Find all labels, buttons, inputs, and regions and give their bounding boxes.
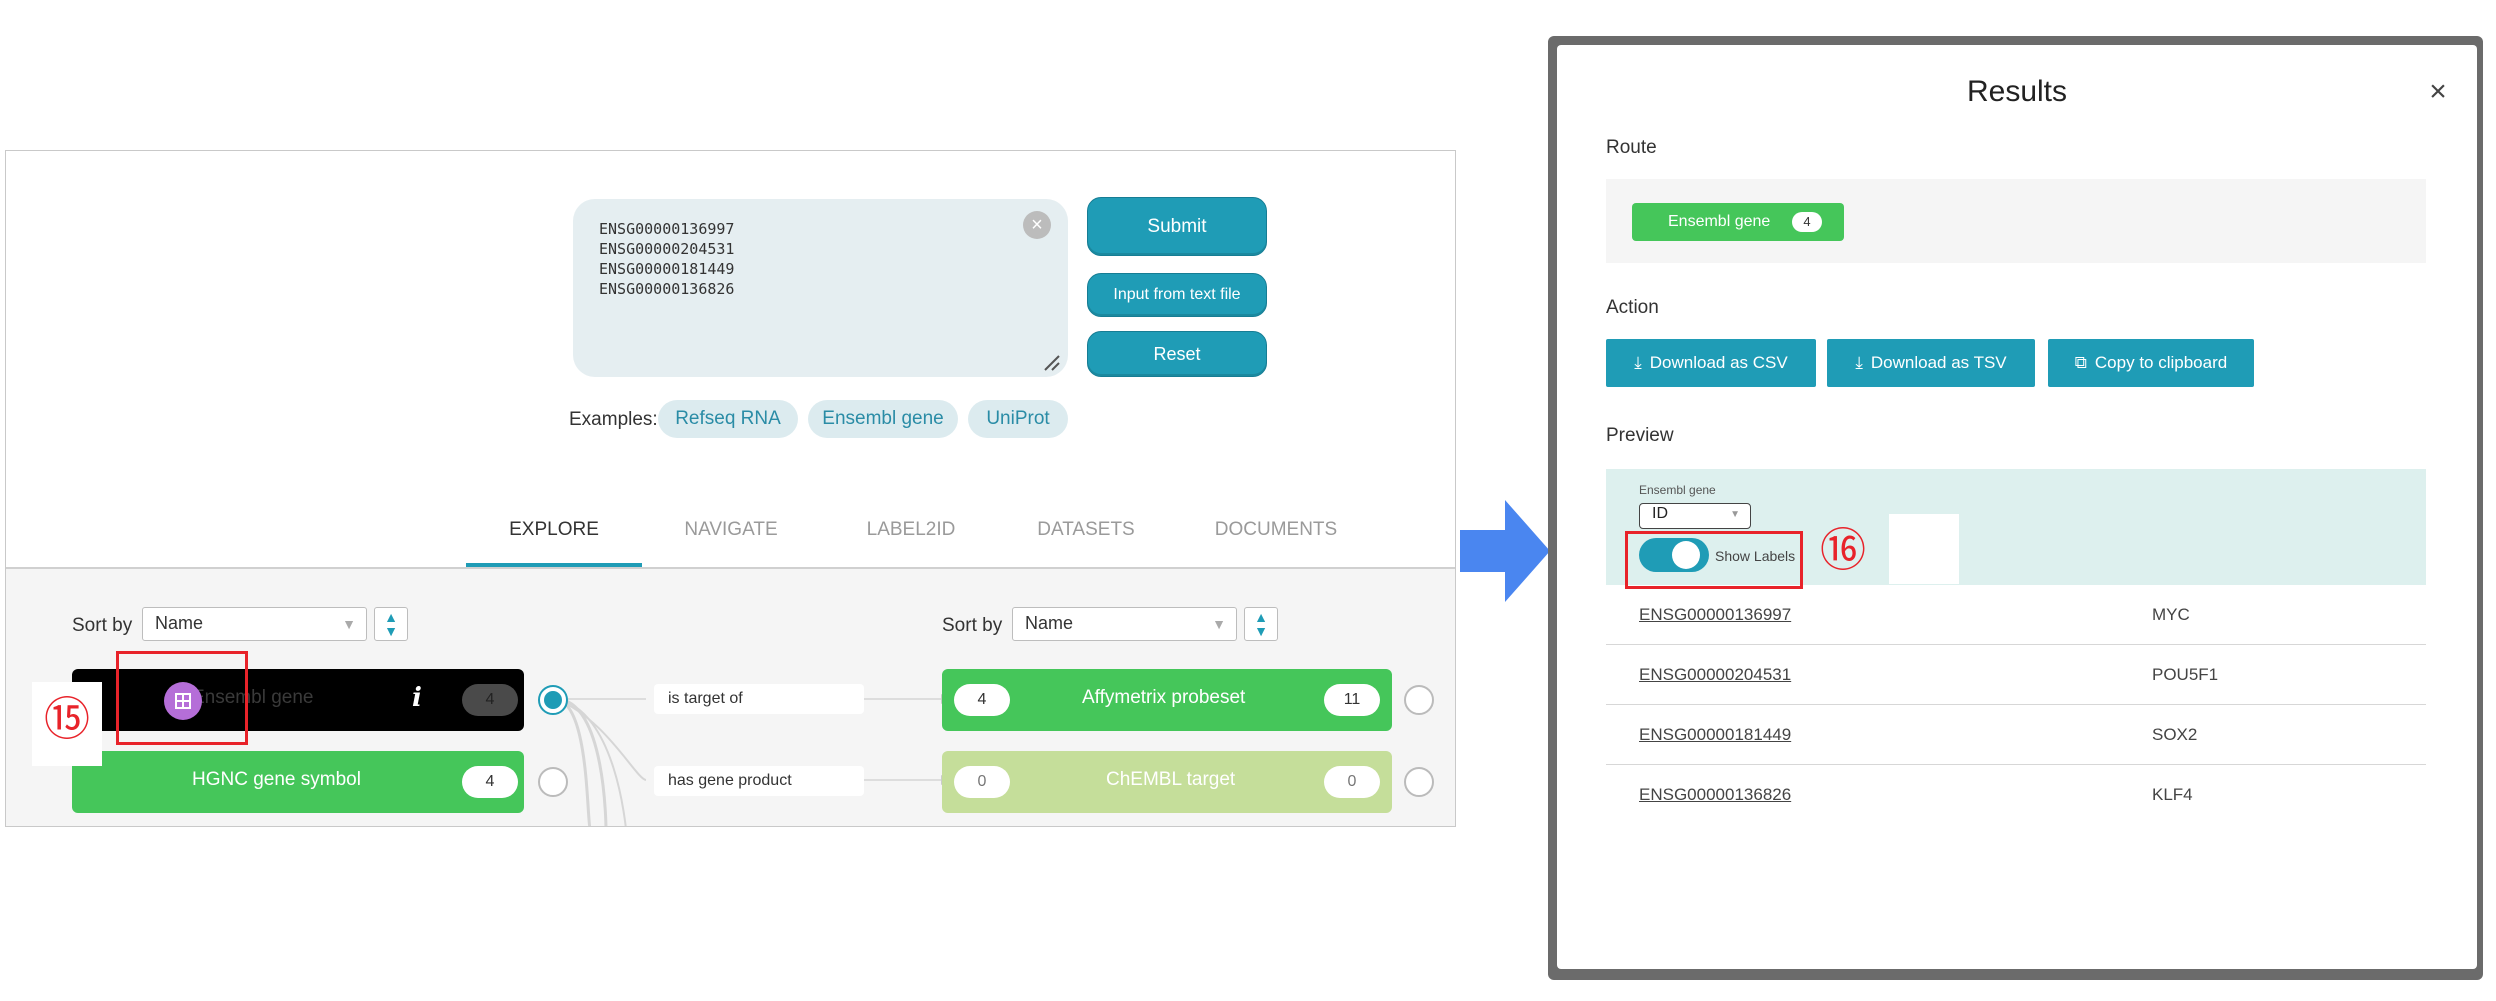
tab-datasets[interactable]: DATASETS [996, 519, 1176, 559]
result-id-link[interactable]: ENSG00000136997 [1639, 605, 1791, 625]
route-label: Route [1606, 137, 1657, 158]
sort-select-right[interactable]: Name ▼ [1012, 607, 1237, 641]
arrow-right-icon [1460, 500, 1550, 602]
column-type-select-value: ID [1652, 505, 1668, 522]
preview-label: Preview [1606, 425, 1674, 446]
annotation-number-16: ⑯ [1820, 523, 1866, 577]
sort-order-toggle-left[interactable]: ▲ ▼ [374, 607, 408, 641]
copy-clipboard-button[interactable]: ⧉ Copy to clipboard [2048, 339, 2254, 387]
annotation-highlight-box [116, 651, 248, 745]
result-id-link[interactable]: ENSG00000204531 [1639, 665, 1791, 685]
annotation-highlight-box [1625, 531, 1803, 589]
source-node-radio[interactable] [538, 767, 568, 797]
chevron-down-icon: ▼ [1730, 509, 1740, 520]
source-node-hgnc-gene-symbol[interactable]: HGNC gene symbol 4 [72, 751, 524, 813]
result-symbol: SOX2 [2152, 725, 2198, 744]
results-modal: Results × Route Ensembl gene 4 Action ⤓ … [1557, 45, 2477, 969]
chevron-down-icon: ▼ [1212, 616, 1226, 632]
source-node-label: HGNC gene symbol [192, 769, 361, 790]
example-ensembl-gene[interactable]: Ensembl gene [808, 400, 958, 438]
target-node-chembl-target[interactable]: 0 ChEMBL target 0 [942, 751, 1392, 813]
tab-documents[interactable]: DOCUMENTS [1171, 519, 1381, 559]
modal-title: Results [1966, 75, 2068, 108]
reset-button[interactable]: Reset [1087, 331, 1267, 377]
close-icon[interactable]: × [2423, 77, 2453, 107]
clear-input-icon[interactable]: × [1023, 211, 1051, 239]
example-refseq-rna[interactable]: Refseq RNA [658, 400, 798, 438]
result-symbol: POU5F1 [2152, 665, 2219, 684]
sort-by-label-right: Sort by [942, 615, 1003, 636]
route-chip-label: Ensembl gene [1668, 213, 1771, 230]
source-node-count: 4 [462, 766, 518, 798]
table-row: ENSG00000136997 MYC [1606, 585, 2426, 645]
route-chip-count: 4 [1792, 212, 1822, 232]
download-icon: ⤓ [1855, 353, 1863, 372]
action-label: Action [1606, 297, 1659, 318]
download-icon: ⤓ [1634, 353, 1642, 372]
target-node-right-count: 11 [1324, 684, 1380, 716]
edge-label-is-target-of: is target of [654, 684, 864, 714]
sort-select-right-value: Name [1025, 613, 1074, 633]
tab-explore[interactable]: EXPLORE [466, 519, 642, 567]
id-input-textarea[interactable]: ENSG00000136997 ENSG00000204531 ENSG0000… [573, 199, 1068, 377]
resize-handle-icon[interactable] [1042, 353, 1060, 371]
result-id-link[interactable]: ENSG00000181449 [1639, 725, 1791, 745]
target-node-label: ChEMBL target [1106, 769, 1236, 790]
table-row: ENSG00000204531 POU5F1 [1606, 645, 2426, 705]
chevron-down-icon: ▼ [342, 616, 356, 632]
sort-select-left[interactable]: Name ▼ [142, 607, 367, 641]
table-row: ENSG00000136826 KLF4 [1606, 765, 2426, 825]
result-symbol: MYC [2152, 605, 2190, 624]
result-symbol: KLF4 [2152, 785, 2193, 804]
copy-icon: ⧉ [2074, 353, 2087, 372]
source-node-count: 4 [462, 684, 518, 716]
source-node-radio-selected[interactable] [538, 685, 568, 715]
column-type-select[interactable]: ID ▼ [1639, 503, 1751, 529]
example-uniprot[interactable]: UniProt [968, 400, 1068, 438]
target-node-right-count: 0 [1324, 766, 1380, 798]
copy-clipboard-label: Copy to clipboard [2094, 353, 2228, 372]
target-node-radio[interactable] [1404, 767, 1434, 797]
sort-select-left-value: Name [155, 613, 204, 633]
info-icon[interactable]: i [412, 683, 422, 713]
sort-by-label-left: Sort by [72, 615, 133, 636]
target-node-label: Affymetrix probeset [1082, 687, 1246, 708]
tab-label2id[interactable]: LABEL2ID [816, 519, 1006, 559]
annotation-backdrop [1889, 514, 1959, 584]
sort-order-toggle-right[interactable]: ▲ ▼ [1244, 607, 1278, 641]
table-row: ENSG00000181449 SOX2 [1606, 705, 2426, 765]
download-csv-label: Download as CSV [1649, 353, 1788, 372]
edge-label-has-gene-product: has gene product [654, 766, 864, 796]
download-tsv-button[interactable]: ⤓ Download as TSV [1827, 339, 2035, 387]
annotation-number-15: ⑮ [32, 682, 102, 766]
target-node-radio[interactable] [1404, 685, 1434, 715]
target-node-left-count: 4 [954, 684, 1010, 716]
target-node-affymetrix-probeset[interactable]: 4 Affymetrix probeset 11 [942, 669, 1392, 731]
examples-label: Examples: [569, 409, 658, 430]
input-from-file-button[interactable]: Input from text file [1087, 273, 1267, 317]
submit-button[interactable]: Submit [1087, 197, 1267, 256]
download-tsv-label: Download as TSV [1870, 353, 2007, 372]
result-id-link[interactable]: ENSG00000136826 [1639, 785, 1791, 805]
column-type-label: Ensembl gene [1639, 483, 1716, 497]
tab-navigate[interactable]: NAVIGATE [646, 519, 816, 559]
target-node-left-count: 0 [954, 766, 1010, 798]
download-csv-button[interactable]: ⤓ Download as CSV [1606, 339, 1816, 387]
